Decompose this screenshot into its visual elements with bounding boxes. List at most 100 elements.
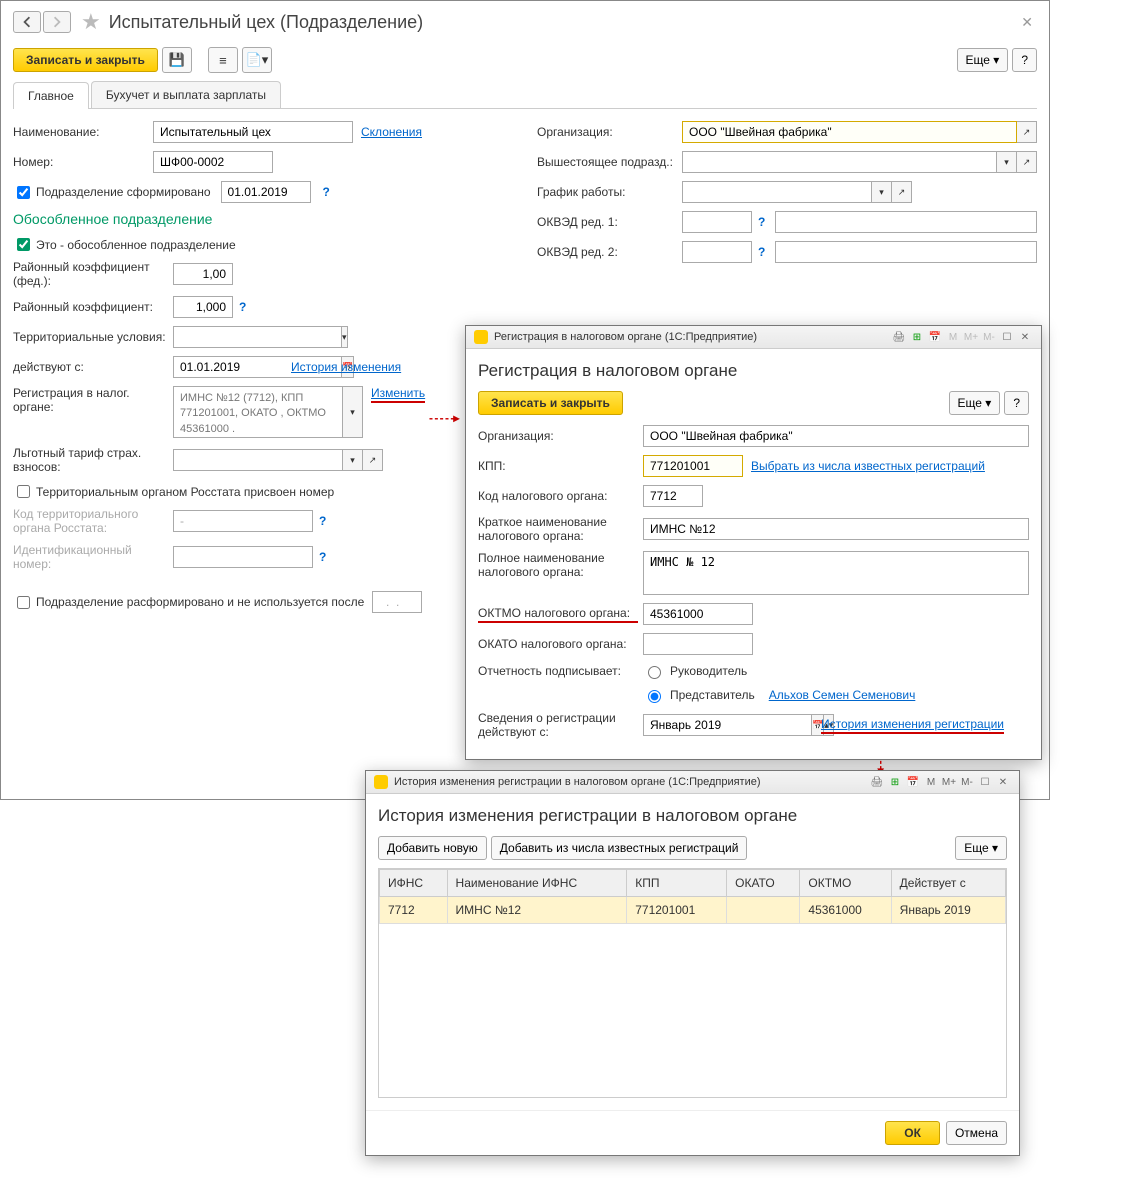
ident-help-icon[interactable]: ? bbox=[319, 550, 326, 564]
rosstat-checkbox[interactable] bbox=[17, 485, 30, 498]
dlg2-maximize-icon[interactable]: ☐ bbox=[977, 775, 993, 789]
rk-help-icon[interactable]: ? bbox=[239, 300, 246, 314]
dlg1-close-icon[interactable]: ✕ bbox=[1017, 330, 1033, 344]
ident-input[interactable] bbox=[173, 546, 313, 568]
save-close-button[interactable]: Записать и закрыть bbox=[13, 48, 158, 72]
change-reg-link[interactable]: Изменить bbox=[371, 386, 425, 403]
benefit-open-icon[interactable]: ↗ bbox=[363, 449, 383, 471]
mminus-icon[interactable]: M- bbox=[981, 330, 997, 344]
dlg1-head-radio[interactable] bbox=[648, 666, 661, 679]
dlg1-eff-input[interactable] bbox=[643, 714, 812, 736]
terr-dropdown-icon[interactable]: ▾ bbox=[342, 326, 348, 348]
folder-dropdown-button[interactable]: 📄▾ bbox=[242, 47, 272, 73]
dlg2-cancel-button[interactable]: Отмена bbox=[946, 1121, 1007, 1145]
dlg1-save-close-button[interactable]: Записать и закрыть bbox=[478, 391, 623, 415]
mplus-icon[interactable]: M+ bbox=[963, 330, 979, 344]
separate-checkbox[interactable] bbox=[17, 238, 30, 251]
formed-checkbox[interactable] bbox=[17, 186, 30, 199]
table-row[interactable]: 7712 ИМНС №12 771201001 45361000 Январь … bbox=[380, 897, 1006, 924]
favorite-icon[interactable]: ★ bbox=[81, 9, 101, 35]
name-input[interactable] bbox=[153, 121, 353, 143]
dlg2-close-icon[interactable]: ✕ bbox=[995, 775, 1011, 789]
parent-input[interactable] bbox=[682, 151, 997, 173]
declension-link[interactable]: Склонения bbox=[361, 125, 422, 139]
save-icon-button[interactable]: 💾 bbox=[162, 47, 192, 73]
okved2-help-icon[interactable]: ? bbox=[758, 245, 765, 259]
dlg1-rep-link[interactable]: Альхов Семен Семенович bbox=[769, 688, 916, 702]
calendar-icon[interactable]: 📅 bbox=[927, 330, 943, 344]
formed-date-input[interactable] bbox=[221, 181, 311, 203]
benefit-dropdown-icon[interactable]: ▾ bbox=[343, 449, 363, 471]
dlg2-more-button[interactable]: Еще ▾ bbox=[955, 836, 1007, 860]
dlg1-select-known-link[interactable]: Выбрать из числа известных регистраций bbox=[751, 459, 985, 473]
dlg1-oktmo-input[interactable] bbox=[643, 603, 753, 625]
dlg1-hist-link[interactable]: История изменения регистрации bbox=[821, 717, 1004, 734]
col-eff[interactable]: Действует с bbox=[891, 870, 1005, 897]
sched-open-icon[interactable]: ↗ bbox=[892, 181, 912, 203]
rosstat-code-input[interactable] bbox=[173, 510, 313, 532]
back-button[interactable] bbox=[13, 11, 41, 33]
col-ifns[interactable]: ИФНС bbox=[380, 870, 448, 897]
dlg1-kpp-input[interactable] bbox=[643, 455, 743, 477]
col-kpp[interactable]: КПП bbox=[627, 870, 727, 897]
more-button[interactable]: Еще ▾ bbox=[957, 48, 1009, 72]
org-input[interactable] bbox=[682, 121, 1017, 143]
okved2-label: ОКВЭД ред. 2: bbox=[537, 245, 682, 259]
parent-open-icon[interactable]: ↗ bbox=[1017, 151, 1037, 173]
rosstat-label: Территориальным органом Росстата присвое… bbox=[36, 485, 334, 499]
org-open-icon[interactable]: ↗ bbox=[1017, 121, 1037, 143]
dlg1-org-input[interactable] bbox=[643, 425, 1029, 447]
okved1-name-input[interactable] bbox=[775, 211, 1037, 233]
dlg2-print-icon[interactable]: 🖨 bbox=[869, 775, 885, 789]
disband-date-input[interactable] bbox=[372, 591, 422, 613]
formed-help-icon[interactable]: ? bbox=[323, 185, 330, 199]
col-name[interactable]: Наименование ИФНС bbox=[447, 870, 627, 897]
close-icon[interactable]: ✕ bbox=[1017, 10, 1037, 35]
calc-icon[interactable]: ⊞ bbox=[909, 330, 925, 344]
print-icon[interactable]: 🖨 bbox=[891, 330, 907, 344]
benefit-input[interactable] bbox=[173, 449, 343, 471]
okved1-label: ОКВЭД ред. 1: bbox=[537, 215, 682, 229]
dlg2-add-button[interactable]: Добавить новую bbox=[378, 836, 487, 860]
okved1-input[interactable] bbox=[682, 211, 752, 233]
dlg1-maximize-icon[interactable]: ☐ bbox=[999, 330, 1015, 344]
dlg2-m-icon[interactable]: M bbox=[923, 775, 939, 789]
disband-checkbox[interactable] bbox=[17, 596, 30, 609]
dlg1-rep-radio[interactable] bbox=[648, 690, 661, 703]
number-input[interactable] bbox=[153, 151, 273, 173]
history-grid[interactable]: ИФНС Наименование ИФНС КПП ОКАТО ОКТМО Д… bbox=[378, 868, 1007, 1098]
dlg2-ok-button[interactable]: ОК bbox=[885, 1121, 940, 1145]
list-icon-button[interactable]: ≡ bbox=[208, 47, 238, 73]
sched-input[interactable] bbox=[682, 181, 872, 203]
dlg2-add-known-button[interactable]: Добавить из числа известных регистраций bbox=[491, 836, 748, 860]
dlg1-title-text: Регистрация в налоговом органе (1С:Предп… bbox=[494, 331, 757, 343]
dlg1-full-input[interactable] bbox=[643, 551, 1029, 595]
dlg2-mplus-icon[interactable]: M+ bbox=[941, 775, 957, 789]
dlg1-code-input[interactable] bbox=[643, 485, 703, 507]
tab-main[interactable]: Главное bbox=[13, 82, 89, 109]
dlg2-calendar-icon[interactable]: 📅 bbox=[905, 775, 921, 789]
okved2-name-input[interactable] bbox=[775, 241, 1037, 263]
rk-fed-input[interactable] bbox=[173, 263, 233, 285]
parent-dropdown-icon[interactable]: ▾ bbox=[997, 151, 1017, 173]
dlg1-okato-input[interactable] bbox=[643, 633, 753, 655]
col-oktmo[interactable]: ОКТМО bbox=[800, 870, 891, 897]
help-button[interactable]: ? bbox=[1012, 48, 1037, 72]
okved2-input[interactable] bbox=[682, 241, 752, 263]
terr-input[interactable] bbox=[173, 326, 342, 348]
rosstat-help-icon[interactable]: ? bbox=[319, 514, 326, 528]
sched-dropdown-icon[interactable]: ▾ bbox=[872, 181, 892, 203]
tab-accounting[interactable]: Бухучет и выплата зарплаты bbox=[91, 81, 281, 108]
reg-dropdown-icon[interactable]: ▾ bbox=[343, 386, 363, 438]
okved1-help-icon[interactable]: ? bbox=[758, 215, 765, 229]
dlg2-calc-icon[interactable]: ⊞ bbox=[887, 775, 903, 789]
rk-input[interactable] bbox=[173, 296, 233, 318]
dlg2-mminus-icon[interactable]: M- bbox=[959, 775, 975, 789]
m-icon[interactable]: M bbox=[945, 330, 961, 344]
forward-button[interactable] bbox=[43, 11, 71, 33]
dlg1-short-input[interactable] bbox=[643, 518, 1029, 540]
dlg1-more-button[interactable]: Еще ▾ bbox=[949, 391, 1001, 415]
history-link[interactable]: История изменения bbox=[291, 360, 401, 374]
col-okato[interactable]: ОКАТО bbox=[727, 870, 800, 897]
dlg1-help-button[interactable]: ? bbox=[1004, 391, 1029, 415]
